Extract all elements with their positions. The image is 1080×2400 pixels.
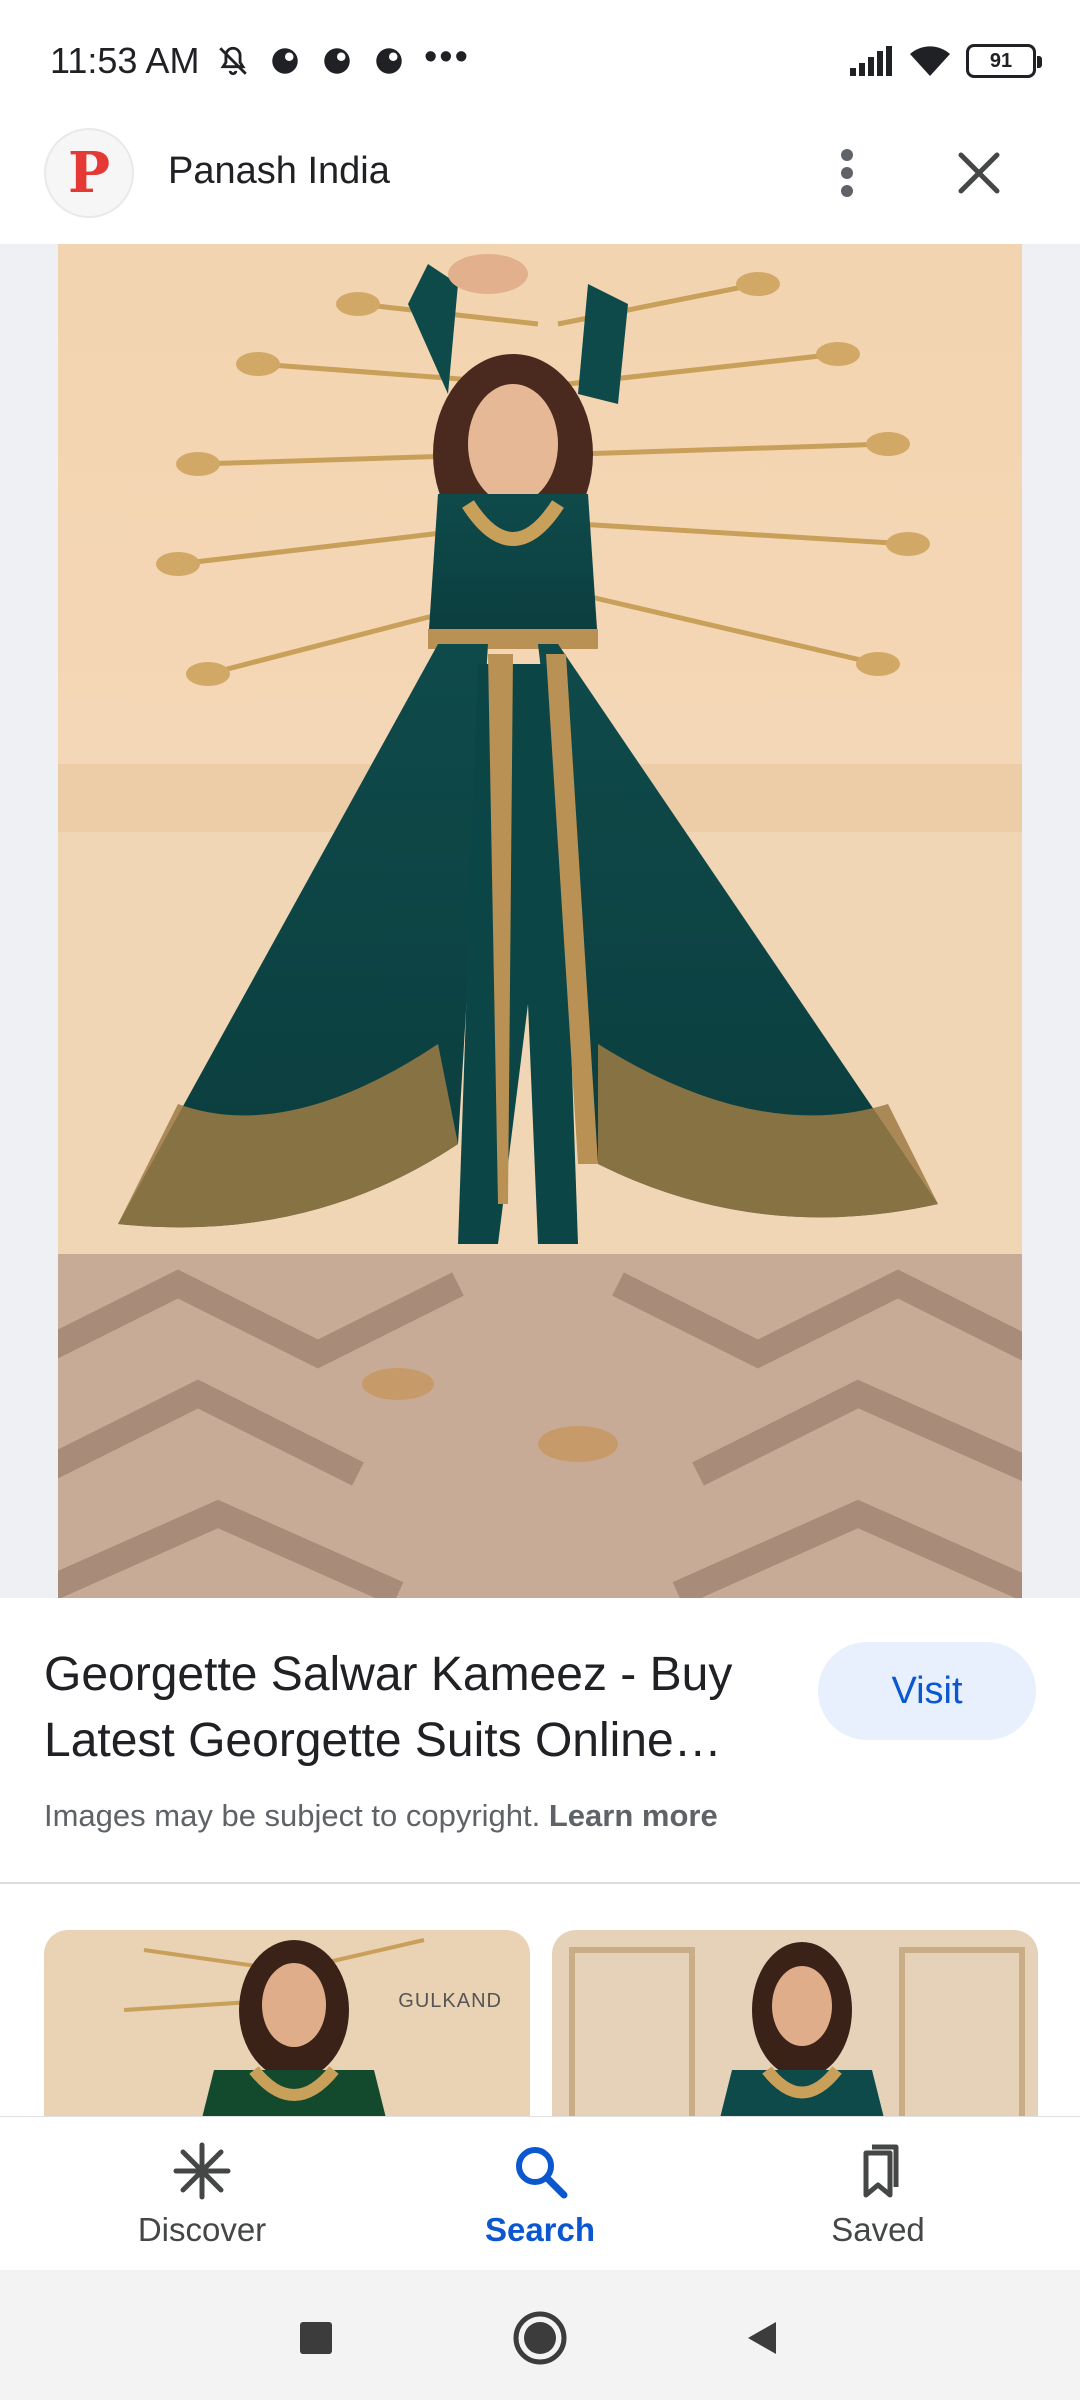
app-notification-icon (324, 48, 350, 74)
nav-search-label: Search (484, 2211, 596, 2248)
status-more-indicator: ••• (424, 36, 470, 78)
more-vert-icon (841, 149, 853, 197)
status-notification-icons (216, 44, 406, 78)
product-photo (58, 244, 1022, 1598)
bookmark-icon (863, 2144, 899, 2198)
app-notification-icon (376, 48, 402, 74)
more-options-button[interactable] (820, 138, 874, 208)
battery-icon: 91 (966, 44, 1042, 78)
related-photo (552, 1930, 1038, 2116)
related-photo (44, 1930, 530, 2116)
triangle-back-icon (748, 2322, 776, 2354)
source-header: P Panash India (0, 120, 1080, 244)
nav-saved[interactable]: Saved (778, 2141, 978, 2261)
copyright-text: Images may be subject to copyright. (44, 1798, 541, 1833)
bell-off-icon (219, 46, 247, 76)
search-icon (516, 2147, 568, 2199)
result-info: Georgette Salwar Kameez - Buy Latest Geo… (0, 1598, 1080, 1884)
copyright-notice: Images may be subject to copyright. Lear… (44, 1798, 718, 1834)
site-logo-letter: P (67, 140, 111, 206)
circle-icon (513, 2311, 567, 2365)
close-icon (958, 152, 1000, 194)
back-button[interactable] (732, 2308, 792, 2368)
status-time: 11:53 AM (50, 40, 200, 81)
recents-button[interactable] (286, 2308, 346, 2368)
system-navigation-bar (0, 2270, 1080, 2400)
signal-icon (850, 46, 892, 76)
site-name[interactable]: Panash India (168, 150, 390, 193)
close-button[interactable] (944, 138, 1014, 208)
nav-saved-label: Saved (831, 2211, 925, 2248)
visit-button[interactable]: Visit (818, 1642, 1036, 1740)
thumb-brand-label: GULKAND (398, 1990, 502, 2012)
asterisk-icon (173, 2142, 231, 2200)
related-images: GULKAND (0, 1884, 1080, 2116)
status-system-icons: 91 (848, 44, 1042, 78)
image-viewer (0, 244, 1080, 1804)
nav-discover-label: Discover (137, 2211, 267, 2248)
nav-discover[interactable]: Discover (102, 2141, 302, 2261)
bottom-navigation: Discover Search Saved (0, 2116, 1080, 2270)
related-image-thumb[interactable]: GULKAND (44, 1930, 530, 2116)
app-notification-icon (272, 48, 298, 74)
main-image[interactable] (58, 244, 1022, 1598)
nav-search[interactable]: Search (440, 2141, 640, 2261)
status-bar: 11:53 AM ••• 91 (0, 0, 1080, 120)
square-icon (300, 2322, 332, 2354)
related-image-thumb[interactable] (552, 1930, 1038, 2116)
result-title[interactable]: Georgette Salwar Kameez - Buy Latest Geo… (44, 1642, 764, 1774)
wifi-icon (910, 46, 950, 76)
site-logo[interactable]: P (44, 128, 134, 218)
home-button[interactable] (510, 2308, 570, 2368)
learn-more-link[interactable]: Learn more (549, 1798, 718, 1833)
